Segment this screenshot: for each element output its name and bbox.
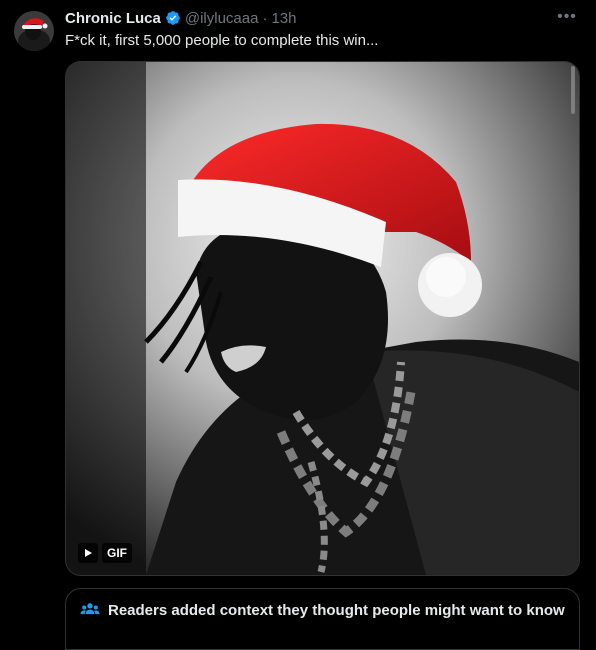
more-options-button[interactable]: ••• [556, 8, 578, 28]
people-icon [80, 603, 100, 615]
tweet[interactable]: Chronic Luca @ilylucaaa · 13h ••• F*ck i… [0, 0, 596, 650]
gif-badge[interactable]: GIF [78, 543, 132, 563]
avatar-image [14, 11, 54, 51]
separator-dot: · [262, 9, 268, 27]
scrollbar-thumb[interactable] [571, 66, 575, 114]
avatar[interactable] [14, 11, 54, 51]
timestamp[interactable]: 13h [271, 10, 296, 27]
community-note-label: Readers added context they thought peopl… [108, 601, 565, 619]
community-note[interactable]: Readers added context they thought peopl… [65, 588, 580, 650]
play-button[interactable] [78, 543, 98, 563]
user-handle[interactable]: @ilylucaaa [185, 10, 259, 27]
tweet-header: Chronic Luca @ilylucaaa · 13h [65, 8, 576, 28]
tweet-text: F*ck it, first 5,000 people to complete … [65, 32, 379, 49]
play-icon [85, 549, 92, 557]
gif-label: GIF [102, 543, 132, 563]
media-gif[interactable]: GIF [65, 61, 580, 576]
display-name[interactable]: Chronic Luca [65, 10, 161, 27]
verified-badge-icon [166, 11, 180, 25]
gif-image [66, 62, 579, 575]
more-horizontal-icon: ••• [557, 8, 577, 25]
community-note-header: Readers added context they thought peopl… [80, 601, 565, 619]
